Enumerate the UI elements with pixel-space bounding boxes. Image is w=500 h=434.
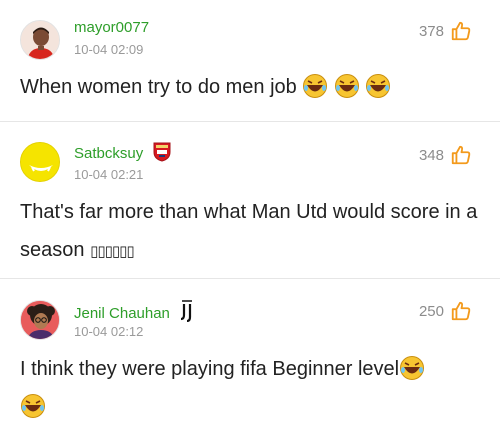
- comment-item: Jenil Chauhan 10-04 02:12 250 I think th…: [0, 279, 500, 434]
- like-count: 348: [418, 146, 444, 164]
- avatar[interactable]: [20, 142, 60, 182]
- comment-text: When women try to do men job: [20, 68, 490, 106]
- comment-item: Satbcksuy 10-04 02:21 348 That's far mor…: [0, 122, 500, 278]
- comment-text: That's far more than what Man Utd would …: [20, 193, 490, 271]
- thumbs-up-icon[interactable]: [450, 144, 472, 166]
- like-control[interactable]: 250: [419, 300, 472, 322]
- username[interactable]: mayor0077: [74, 19, 149, 36]
- timestamp: 10-04 02:09: [74, 42, 144, 57]
- thumbs-up-icon[interactable]: [450, 300, 472, 322]
- avatar[interactable]: [20, 300, 60, 340]
- timestamp: 10-04 02:21: [74, 167, 144, 182]
- juventus-logo-icon: [180, 300, 193, 322]
- football-player-avatar-icon: [21, 21, 59, 59]
- comment-text: I think they were playing fifa Beginner …: [20, 350, 490, 426]
- comment-text-content: That's far more than what Man Utd would …: [20, 201, 478, 261]
- like-control[interactable]: 348: [419, 144, 472, 166]
- username-text: Satbcksuy: [74, 145, 144, 162]
- laughing-emoji-icon: [366, 74, 391, 98]
- like-count: 250: [418, 302, 444, 320]
- username[interactable]: Jenil Chauhan: [74, 300, 194, 322]
- laughing-emoji-icon: [303, 74, 328, 98]
- username[interactable]: Satbcksuy: [74, 142, 171, 162]
- unrendered-emoji-glyphs: ▯▯▯▯▯▯: [90, 243, 135, 260]
- timestamp: 10-04 02:12: [74, 324, 144, 339]
- laughing-emoji-icon: [400, 356, 425, 380]
- comment-text-content: When women try to do men job: [20, 76, 297, 98]
- avatar[interactable]: [20, 20, 60, 60]
- thumbs-up-icon[interactable]: [450, 20, 472, 42]
- comment-text-content: I think they were playing fifa Beginner …: [20, 358, 400, 380]
- comment-item: mayor0077 10-04 02:09 378 When women try…: [0, 0, 500, 120]
- username-text: Jenil Chauhan: [74, 305, 170, 322]
- curly-hair-avatar-icon: [21, 301, 59, 339]
- like-count: 378: [418, 22, 444, 40]
- laughing-emoji-icon: [334, 74, 359, 98]
- arsenal-crest-icon: [153, 142, 171, 162]
- like-control[interactable]: 378: [419, 20, 472, 42]
- yellow-face-avatar-icon: [21, 143, 59, 181]
- laughing-emoji-icon: [21, 394, 45, 418]
